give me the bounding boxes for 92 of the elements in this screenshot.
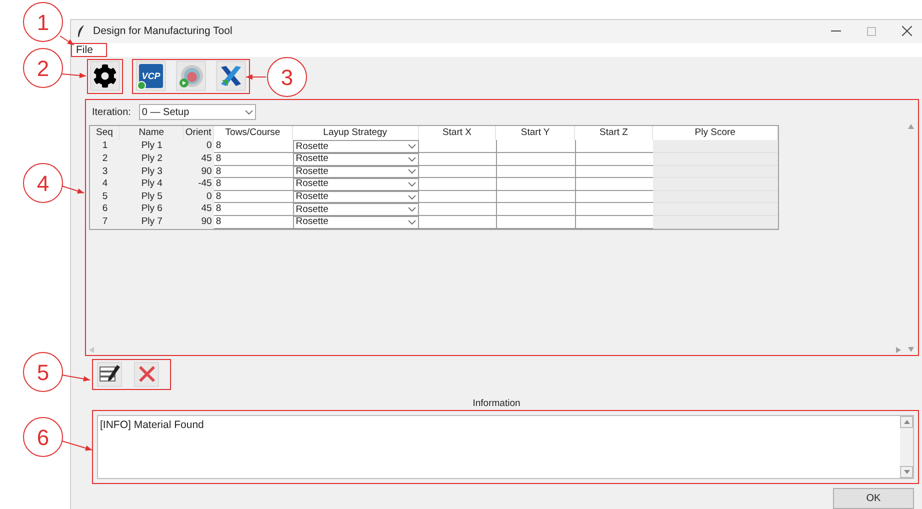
strategy-dropdown[interactable]: Rosette bbox=[292, 153, 419, 166]
strategy-dropdown[interactable]: Rosette bbox=[292, 166, 419, 178]
strategy-dropdown[interactable]: Rosette bbox=[292, 203, 419, 216]
table-cell-text: 0 bbox=[206, 140, 213, 153]
action-button[interactable] bbox=[97, 362, 122, 387]
feather-icon bbox=[77, 25, 85, 38]
start-x-field[interactable] bbox=[418, 166, 496, 178]
start-x-field[interactable] bbox=[418, 153, 496, 166]
start-z-field[interactable] bbox=[575, 190, 654, 204]
start-y-field[interactable] bbox=[496, 166, 576, 178]
start-z-field[interactable] bbox=[575, 203, 654, 216]
start-x-field[interactable] bbox=[418, 140, 496, 153]
tows-field[interactable]: 8 bbox=[214, 203, 293, 216]
table-cell-text: 4 bbox=[101, 178, 109, 191]
tows-field[interactable]: 8 bbox=[214, 216, 293, 229]
table-cell-text: 0 bbox=[206, 190, 213, 204]
table-cell-text: 45 bbox=[200, 153, 213, 166]
maximize-icon[interactable] bbox=[867, 26, 876, 36]
table-cell-text: Ply 7 bbox=[140, 216, 164, 229]
table-cell-text: 6 bbox=[101, 203, 109, 216]
table-cell-text: 90 bbox=[200, 166, 213, 178]
scroll-left-arrow-icon[interactable] bbox=[89, 346, 94, 353]
tows-field[interactable]: 8 bbox=[214, 153, 293, 166]
start-z-field[interactable] bbox=[575, 166, 654, 178]
start-x-field[interactable] bbox=[418, 216, 496, 229]
start-y-field[interactable] bbox=[496, 190, 576, 204]
callout-number: 5 bbox=[23, 352, 63, 392]
column-header: Seq bbox=[90, 126, 120, 140]
start-x-field[interactable] bbox=[418, 203, 496, 216]
toolbar-button[interactable] bbox=[216, 61, 246, 92]
tows-field[interactable]: 8 bbox=[214, 178, 293, 191]
strategy-dropdown[interactable]: Rosette bbox=[292, 216, 419, 229]
table-cell-text: 90 bbox=[200, 216, 213, 229]
start-x-field[interactable] bbox=[418, 190, 496, 204]
column-header: Name bbox=[120, 126, 184, 140]
ok-button[interactable]: OK bbox=[833, 488, 914, 509]
settings-icon bbox=[93, 64, 117, 88]
callout-arrow bbox=[62, 374, 90, 382]
start-z-field[interactable] bbox=[575, 140, 654, 153]
down-arrow-icon bbox=[904, 470, 910, 474]
tows-field[interactable]: 8 bbox=[214, 166, 293, 178]
start-z-field[interactable] bbox=[575, 216, 654, 229]
iteration-label: Iteration: bbox=[92, 106, 131, 120]
dropdown-caret-icon bbox=[244, 110, 253, 115]
table-cell-text: Ply 3 bbox=[140, 166, 164, 178]
start-z-field[interactable] bbox=[575, 178, 654, 191]
iteration-dropdown[interactable]: 0 — Setup bbox=[138, 104, 256, 120]
menu-item[interactable]: File bbox=[72, 44, 97, 56]
table-cell-text: 3 bbox=[101, 166, 109, 178]
callout-number: 4 bbox=[23, 163, 63, 203]
tows-field[interactable]: 8 bbox=[214, 190, 293, 204]
edit-list-icon bbox=[98, 364, 120, 384]
start-x-field[interactable] bbox=[418, 178, 496, 191]
delete-icon bbox=[138, 365, 156, 384]
table-cell-text: 7 bbox=[101, 216, 109, 229]
table-cell-text: Ply 1 bbox=[140, 140, 164, 153]
table-cell-text: 5 bbox=[101, 190, 109, 204]
scroll-right-arrow-icon[interactable] bbox=[896, 346, 901, 353]
strategy-dropdown[interactable]: Rosette bbox=[292, 190, 419, 204]
scroll-up-button[interactable] bbox=[900, 416, 913, 428]
table-cell-text: Ply 5 bbox=[140, 190, 164, 204]
callout-number: 1 bbox=[23, 2, 63, 42]
callout-number: 2 bbox=[23, 48, 63, 88]
window-title: Design for Manufacturing Tool bbox=[93, 24, 232, 39]
up-arrow-icon bbox=[904, 420, 910, 424]
start-y-field[interactable] bbox=[496, 140, 576, 153]
table-cell-text: 1 bbox=[101, 140, 109, 153]
table-cell-text: Ply 6 bbox=[140, 203, 164, 216]
strategy-dropdown[interactable]: Rosette bbox=[292, 140, 419, 153]
start-z-field[interactable] bbox=[575, 153, 654, 166]
table-cell-text: 45 bbox=[200, 203, 213, 216]
textarea-scrollbar[interactable] bbox=[900, 416, 913, 478]
column-header: Orient bbox=[184, 126, 214, 140]
start-y-field[interactable] bbox=[496, 178, 576, 191]
sphere-icon bbox=[179, 64, 203, 88]
start-y-field[interactable] bbox=[496, 203, 576, 216]
strategy-dropdown[interactable]: Rosette bbox=[292, 178, 419, 191]
table-cell-text: Ply 2 bbox=[140, 153, 164, 166]
table-cell-text: 2 bbox=[101, 153, 109, 166]
scroll-up-arrow-icon[interactable] bbox=[908, 124, 914, 130]
callout-number: 6 bbox=[23, 417, 63, 457]
tows-field[interactable]: 8 bbox=[214, 140, 293, 153]
start-y-field[interactable] bbox=[496, 153, 576, 166]
close-icon[interactable] bbox=[902, 26, 912, 36]
start-y-field[interactable] bbox=[496, 216, 576, 229]
table-cell-text: -45 bbox=[197, 178, 213, 191]
scroll-down-arrow-icon[interactable] bbox=[908, 346, 914, 352]
cross-icon bbox=[219, 64, 243, 88]
scroll-down-button[interactable] bbox=[900, 466, 913, 478]
information-textarea[interactable]: [INFO] Material Found bbox=[97, 414, 914, 480]
information-label: Information bbox=[472, 398, 520, 410]
table-cell-text: Ply 4 bbox=[140, 178, 164, 191]
